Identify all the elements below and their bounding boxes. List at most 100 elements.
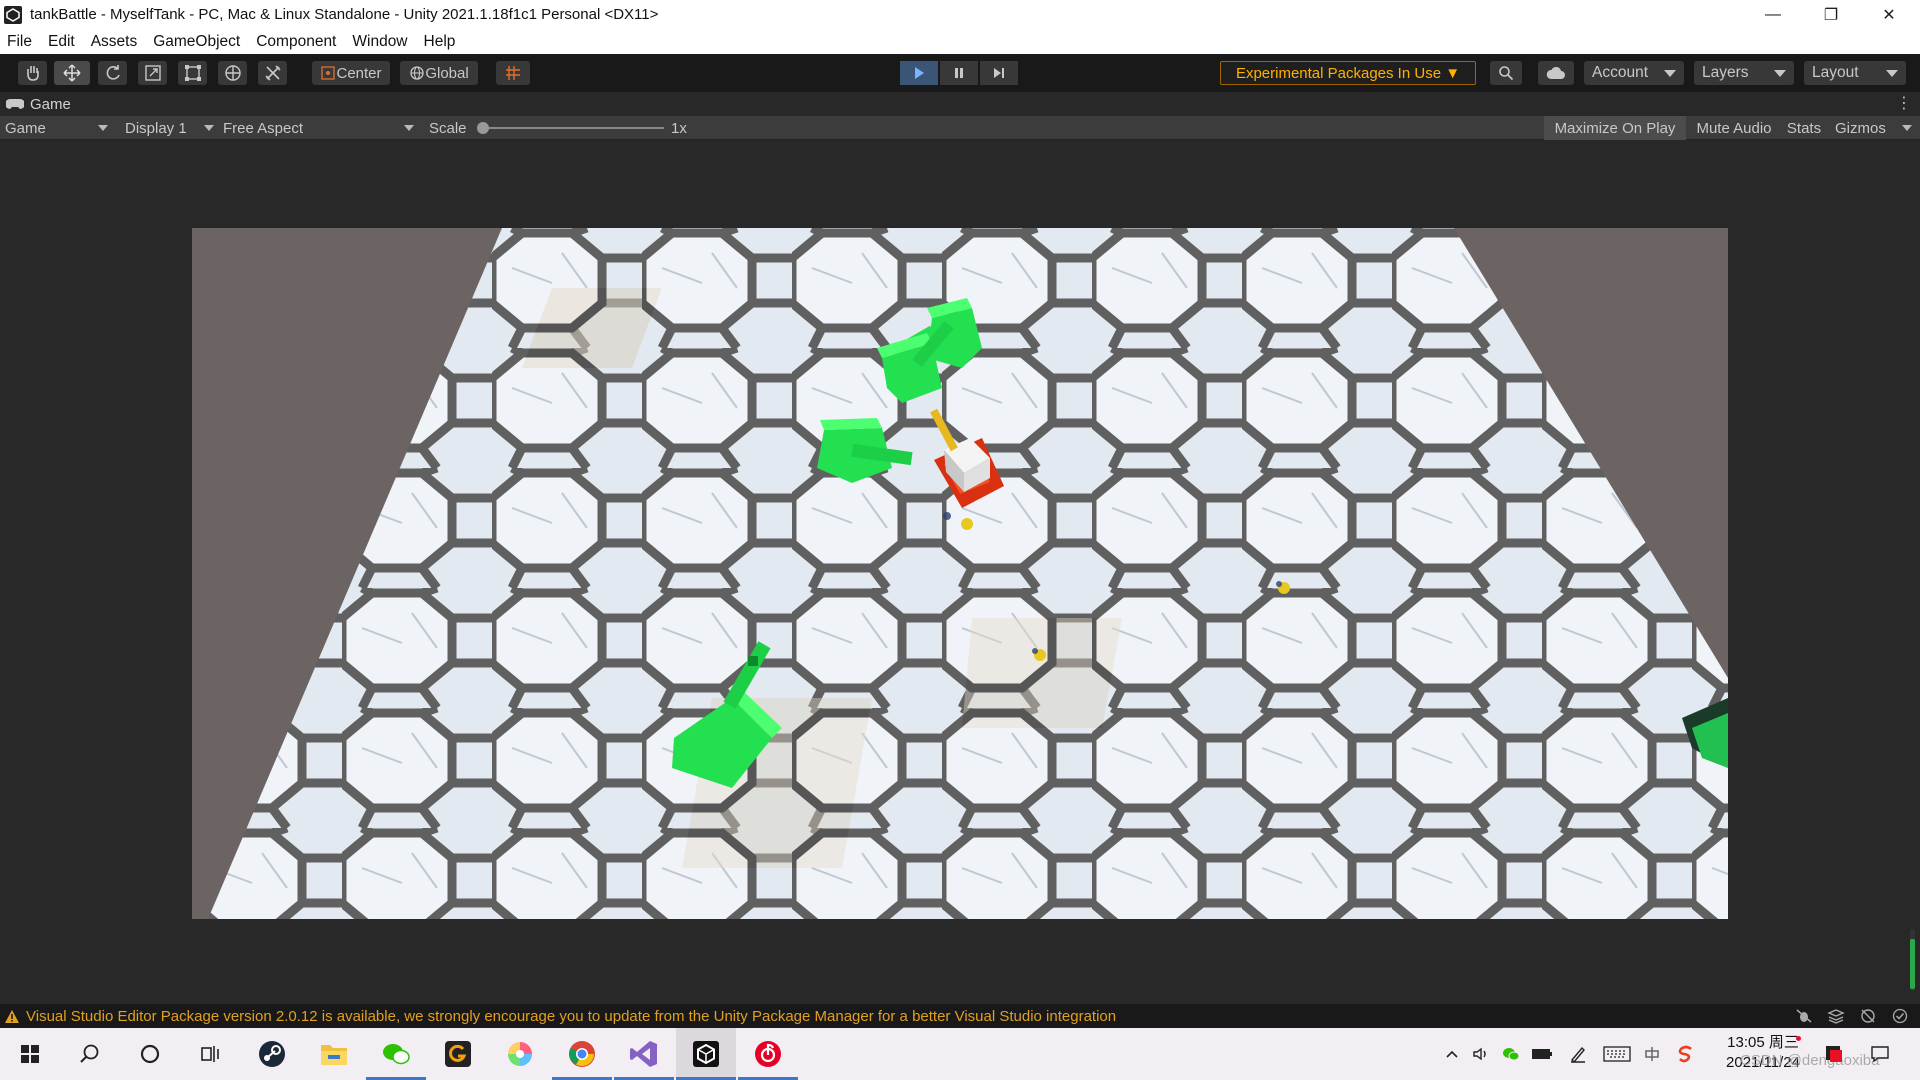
csdn-watermark: CSDN @dengaoxiba — [1740, 1052, 1880, 1069]
minimize-button[interactable]: — — [1744, 0, 1802, 29]
unity-icon — [693, 1041, 719, 1067]
display-dropdown[interactable]: Display 1 — [120, 116, 218, 140]
pivot-center-toggle[interactable]: Center — [312, 61, 390, 85]
pen-icon[interactable] — [1564, 1028, 1592, 1080]
hand-icon — [26, 66, 39, 81]
stack-icon[interactable] — [1827, 1008, 1845, 1024]
tab-menu-kebab-icon[interactable]: ⋮ — [1896, 96, 1912, 112]
gizmos-dropdown-chevron-icon[interactable] — [1902, 125, 1912, 131]
chevron-down-icon — [204, 125, 214, 131]
clock-time: 13:05 周三 — [1727, 1034, 1799, 1051]
aspect-dropdown[interactable]: Free Aspect — [218, 116, 418, 140]
space-label: Global — [425, 64, 469, 82]
bullet-shadow — [1276, 581, 1282, 587]
bullet — [961, 518, 973, 530]
wechat-tray-icon[interactable] — [1498, 1028, 1524, 1080]
cortana-button[interactable] — [120, 1028, 180, 1080]
pause-button[interactable] — [940, 61, 978, 85]
layers-dropdown[interactable]: Layers — [1694, 61, 1794, 85]
folder-icon — [321, 1045, 347, 1065]
scale-slider-track[interactable] — [482, 127, 664, 129]
tab-game-label: Game — [30, 95, 71, 113]
music-icon — [755, 1041, 781, 1067]
transform-tool-button[interactable] — [218, 61, 247, 85]
unity-app[interactable] — [676, 1028, 736, 1080]
restore-button[interactable]: ❐ — [1802, 0, 1860, 29]
step-button[interactable] — [980, 61, 1018, 85]
task-view-button[interactable] — [180, 1028, 240, 1080]
search-button[interactable] — [1490, 61, 1522, 85]
close-button[interactable]: ✕ — [1860, 0, 1918, 29]
aspect-label: Free Aspect — [223, 119, 304, 137]
volume-icon[interactable] — [1468, 1028, 1494, 1080]
check-icon[interactable] — [1891, 1008, 1909, 1024]
input-method-icon[interactable] — [1638, 1028, 1666, 1080]
transform-icon — [224, 65, 241, 81]
account-dropdown[interactable]: Account — [1584, 61, 1684, 85]
tab-game[interactable]: Game — [6, 92, 71, 116]
action-center-icon[interactable] — [1862, 1028, 1898, 1080]
console-status-bar[interactable]: Visual Studio Editor Package version 2.0… — [0, 1004, 1920, 1028]
game-scene[interactable] — [192, 228, 1728, 919]
layers-label: Layers — [1702, 64, 1749, 81]
grid-snap-icon — [506, 66, 520, 80]
search-button[interactable] — [60, 1028, 120, 1080]
cloud-button[interactable] — [1538, 61, 1574, 85]
menu-component[interactable]: Component — [248, 33, 344, 51]
game-mode-dropdown[interactable]: Game — [0, 116, 112, 140]
warning-icon — [5, 1009, 19, 1023]
menu-help[interactable]: Help — [416, 33, 464, 51]
visual-studio-icon — [630, 1041, 657, 1067]
stats-toggle[interactable]: Stats — [1782, 116, 1826, 140]
steam-app[interactable] — [242, 1028, 302, 1080]
scale-slider-handle[interactable] — [477, 122, 489, 134]
menu-gameobject[interactable]: GameObject — [145, 33, 248, 51]
vertical-scrollbar[interactable] — [1908, 929, 1918, 991]
display-label: Display 1 — [125, 119, 187, 137]
space-global-toggle[interactable]: Global — [400, 61, 478, 85]
tray-overflow-chevron-icon[interactable] — [1440, 1028, 1464, 1080]
experimental-packages-button[interactable]: Experimental Packages In Use ▼ — [1220, 61, 1476, 85]
file-explorer-app[interactable] — [304, 1028, 364, 1080]
gizmos-label: Gizmos — [1835, 119, 1886, 137]
scale-tool-button[interactable] — [138, 61, 167, 85]
sogou-ime-icon[interactable] — [1672, 1028, 1700, 1080]
color-wheel-app[interactable] — [490, 1028, 550, 1080]
chrome-icon — [569, 1041, 595, 1067]
menu-window[interactable]: Window — [344, 33, 415, 51]
gizmos-toggle[interactable]: Gizmos — [1828, 116, 1900, 140]
mute-audio-toggle[interactable]: Mute Audio — [1688, 116, 1780, 140]
scale-label: Scale — [429, 119, 467, 137]
start-button[interactable] — [0, 1028, 60, 1080]
maximize-on-play-toggle[interactable]: Maximize On Play — [1544, 116, 1686, 140]
rotate-tool-button[interactable] — [98, 61, 127, 85]
g-app-icon — [445, 1041, 471, 1067]
keyboard-icon[interactable] — [1600, 1028, 1634, 1080]
network-icon[interactable] — [1859, 1008, 1877, 1024]
grid-snap-button[interactable] — [496, 61, 530, 85]
account-label: Account — [1592, 64, 1649, 81]
hand-tool-button[interactable] — [18, 61, 47, 85]
tray-app-icon[interactable] — [1820, 1028, 1848, 1080]
menu-edit[interactable]: Edit — [40, 33, 83, 51]
grammarly-app[interactable] — [428, 1028, 488, 1080]
menu-assets[interactable]: Assets — [83, 33, 146, 51]
chrome-app[interactable] — [552, 1028, 612, 1080]
netease-music-app[interactable] — [738, 1028, 798, 1080]
play-icon — [915, 67, 924, 79]
wechat-app[interactable] — [366, 1028, 426, 1080]
visual-studio-app[interactable] — [614, 1028, 674, 1080]
play-button[interactable] — [900, 61, 938, 85]
pivot-label: Center — [336, 64, 382, 82]
steam-icon — [259, 1041, 285, 1067]
menu-file[interactable]: File — [0, 33, 40, 51]
battery-icon[interactable] — [1528, 1028, 1556, 1080]
layout-dropdown[interactable]: Layout — [1804, 61, 1906, 85]
move-tool-button[interactable] — [54, 61, 90, 85]
wechat-icon — [383, 1044, 410, 1065]
bullet-shadow — [1032, 648, 1038, 654]
bug-icon[interactable] — [1795, 1008, 1813, 1024]
custom-tool-button[interactable] — [258, 61, 287, 85]
rect-tool-button[interactable] — [178, 61, 207, 85]
chevron-down-icon — [1664, 70, 1676, 77]
